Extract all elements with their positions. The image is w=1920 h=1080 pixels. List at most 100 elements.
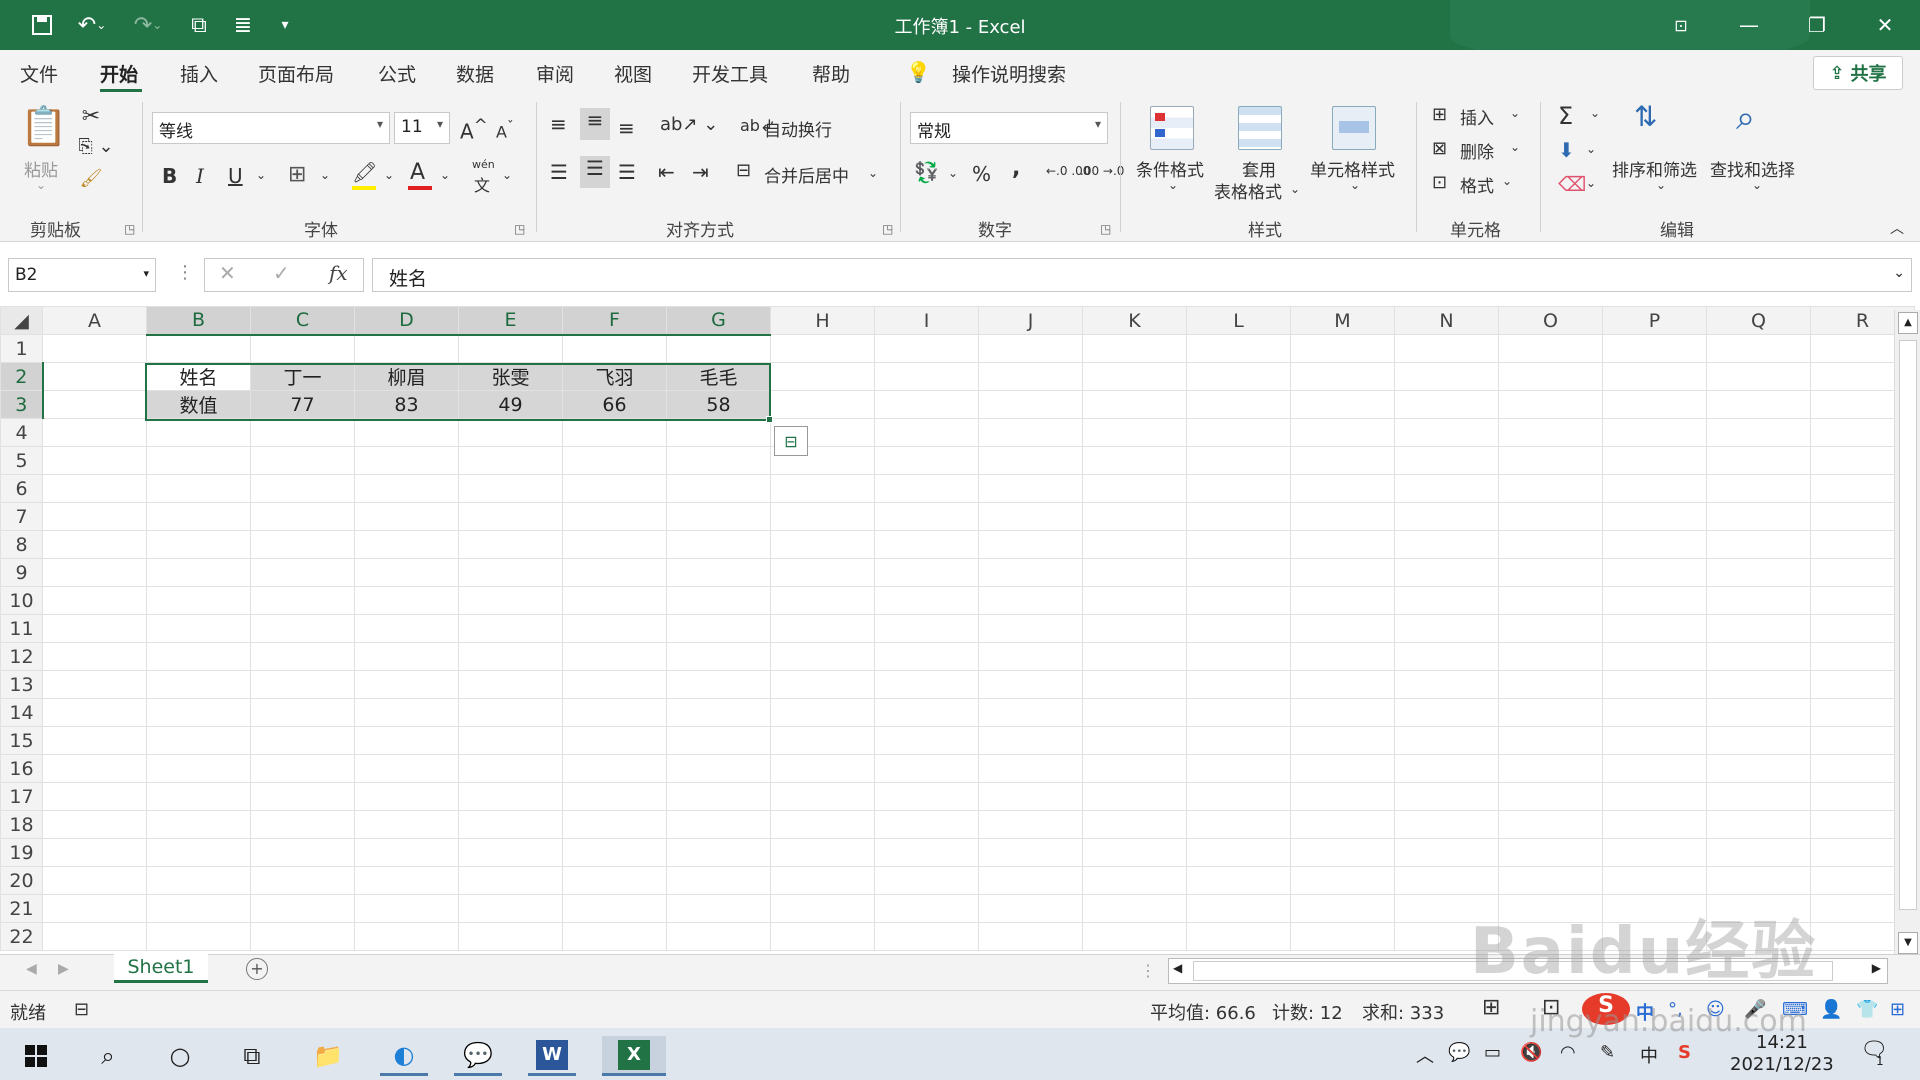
font-launcher-icon[interactable]: ◳ bbox=[514, 222, 525, 236]
vertical-scrollbar[interactable]: ▲ ▼ bbox=[1894, 310, 1920, 958]
cell[interactable] bbox=[458, 530, 563, 559]
chevron-down-icon[interactable]: ⌄ bbox=[1510, 106, 1520, 120]
cell[interactable] bbox=[1290, 530, 1395, 559]
cell[interactable] bbox=[42, 894, 147, 923]
cell[interactable] bbox=[146, 754, 251, 783]
cell[interactable] bbox=[1290, 586, 1395, 615]
column-header[interactable]: H bbox=[770, 306, 875, 335]
column-header[interactable]: O bbox=[1498, 306, 1603, 335]
cell[interactable] bbox=[146, 418, 251, 447]
cell[interactable] bbox=[1290, 698, 1395, 727]
cell[interactable] bbox=[978, 810, 1083, 839]
cell-styles-icon[interactable] bbox=[1332, 106, 1376, 150]
phonetic-icon[interactable]: wén bbox=[472, 158, 495, 171]
cell[interactable] bbox=[770, 642, 875, 671]
cell[interactable] bbox=[666, 670, 771, 699]
column-header[interactable]: C bbox=[250, 306, 355, 336]
formula-input[interactable]: 姓名 ⌄ bbox=[372, 258, 1912, 292]
cell[interactable] bbox=[1602, 810, 1707, 839]
cell[interactable] bbox=[1602, 754, 1707, 783]
font-name-select[interactable]: 等线 ▾ bbox=[152, 112, 390, 144]
cell[interactable] bbox=[978, 894, 1083, 923]
cell[interactable] bbox=[1602, 586, 1707, 615]
cell[interactable] bbox=[666, 474, 771, 503]
cell[interactable] bbox=[978, 446, 1083, 475]
cell[interactable] bbox=[770, 726, 875, 755]
cell[interactable] bbox=[1498, 558, 1603, 587]
cell[interactable] bbox=[1498, 390, 1603, 419]
cell[interactable] bbox=[978, 474, 1083, 503]
cell[interactable] bbox=[146, 530, 251, 559]
cell[interactable] bbox=[874, 782, 979, 811]
cell[interactable] bbox=[978, 838, 1083, 867]
cell[interactable] bbox=[458, 866, 563, 895]
column-header[interactable]: F bbox=[562, 306, 667, 336]
cell[interactable] bbox=[354, 782, 459, 811]
cell[interactable] bbox=[1186, 474, 1291, 503]
cell[interactable] bbox=[354, 894, 459, 923]
cell[interactable] bbox=[666, 866, 771, 895]
borders-dropdown-icon[interactable]: ⌄ bbox=[320, 168, 330, 182]
cell[interactable] bbox=[1394, 334, 1499, 363]
row-header[interactable]: 9 bbox=[0, 558, 43, 587]
share-button[interactable]: ⇪ 共享 bbox=[1813, 56, 1903, 90]
clock-date[interactable]: 2021/12/23 bbox=[1730, 1054, 1834, 1075]
cell[interactable] bbox=[874, 446, 979, 475]
cell[interactable] bbox=[1602, 502, 1707, 531]
alignment-launcher-icon[interactable]: ◳ bbox=[882, 222, 893, 236]
cell[interactable]: 姓名 bbox=[146, 362, 251, 391]
cell[interactable] bbox=[250, 334, 355, 363]
cell[interactable] bbox=[250, 838, 355, 867]
status-sum[interactable]: 求和: 333 bbox=[1362, 999, 1444, 1025]
cell[interactable] bbox=[874, 558, 979, 587]
underline-button[interactable]: U bbox=[228, 164, 243, 188]
cell[interactable] bbox=[458, 838, 563, 867]
cell[interactable] bbox=[1082, 726, 1187, 755]
cell[interactable] bbox=[666, 698, 771, 727]
cell[interactable] bbox=[562, 334, 667, 363]
cell[interactable] bbox=[1186, 502, 1291, 531]
cell[interactable] bbox=[978, 922, 1083, 951]
cell[interactable] bbox=[874, 726, 979, 755]
cell[interactable] bbox=[42, 530, 147, 559]
cell[interactable] bbox=[1290, 810, 1395, 839]
paste-icon[interactable]: 📋 bbox=[20, 104, 67, 149]
close-button[interactable]: ✕ bbox=[1850, 0, 1920, 50]
cell[interactable] bbox=[250, 502, 355, 531]
cell[interactable] bbox=[250, 642, 355, 671]
cell[interactable]: 丁一 bbox=[250, 362, 355, 391]
column-header[interactable]: M bbox=[1290, 306, 1395, 335]
decrease-decimal-button[interactable]: .00 →.0 bbox=[1080, 164, 1124, 178]
cell[interactable]: 数值 bbox=[146, 390, 251, 419]
cell[interactable] bbox=[1498, 810, 1603, 839]
cell[interactable] bbox=[874, 810, 979, 839]
cell[interactable] bbox=[1394, 810, 1499, 839]
cell[interactable] bbox=[250, 446, 355, 475]
cell[interactable] bbox=[1186, 754, 1291, 783]
cell[interactable] bbox=[874, 474, 979, 503]
cell[interactable] bbox=[42, 754, 147, 783]
cell[interactable] bbox=[1602, 530, 1707, 559]
cell[interactable] bbox=[1290, 362, 1395, 391]
cell[interactable] bbox=[250, 558, 355, 587]
cell[interactable] bbox=[1290, 670, 1395, 699]
cell[interactable] bbox=[1082, 782, 1187, 811]
cell[interactable] bbox=[1082, 754, 1187, 783]
scroll-thumb[interactable] bbox=[1899, 340, 1917, 910]
select-all-corner[interactable]: ◢ bbox=[0, 306, 43, 335]
cell[interactable] bbox=[250, 474, 355, 503]
cell[interactable] bbox=[458, 922, 563, 951]
cell[interactable] bbox=[1706, 446, 1811, 475]
cut-icon[interactable]: ✂ bbox=[76, 104, 106, 129]
cell[interactable] bbox=[562, 586, 667, 615]
cell[interactable] bbox=[250, 894, 355, 923]
cell[interactable] bbox=[1186, 810, 1291, 839]
cell[interactable] bbox=[42, 586, 147, 615]
scroll-left-icon[interactable]: ◀ bbox=[1173, 961, 1182, 975]
cell[interactable] bbox=[562, 670, 667, 699]
cell[interactable] bbox=[458, 726, 563, 755]
cell[interactable]: 飞羽 bbox=[562, 362, 667, 391]
row-header[interactable]: 14 bbox=[0, 698, 43, 727]
cell[interactable] bbox=[42, 390, 147, 419]
row-header[interactable]: 21 bbox=[0, 894, 43, 923]
